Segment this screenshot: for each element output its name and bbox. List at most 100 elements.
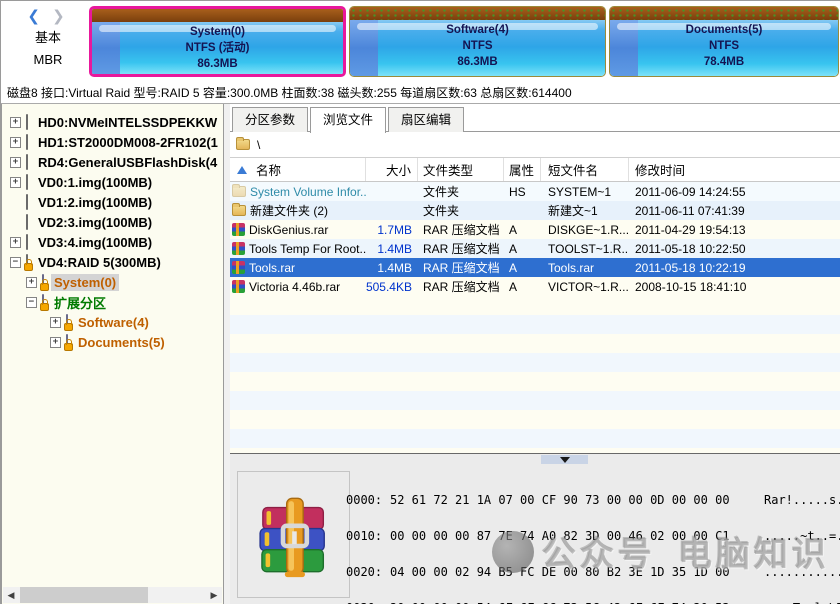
rar-archive-icon [232, 223, 245, 236]
partition-lock-icon [66, 335, 68, 349]
tree-item-label: VD2:3.img(100MB) [35, 214, 155, 231]
disk-icon [26, 175, 28, 189]
file-row-diskgenius[interactable]: DiskGenius.rar 1.7MB RAR 压缩文档 A DISKGE~1… [230, 220, 840, 239]
folder-icon [236, 139, 250, 150]
tab-partition-params[interactable]: 分区参数 [232, 107, 308, 132]
partition-box-software[interactable]: Software(4) NTFS 86.3MB [349, 6, 606, 77]
file-row-tools-selected[interactable]: Tools.rar 1.4MB RAR 压缩文档 A Tools.rar 201… [230, 258, 840, 277]
partition-color-bar [92, 9, 343, 22]
collapse-down-icon [560, 457, 570, 463]
prev-disk-icon[interactable]: ❮ [27, 8, 44, 25]
tree-item-label: Software(4) [75, 314, 152, 331]
file-table-header: 名称 大小 文件类型 属性 短文件名 修改时间 [230, 158, 840, 182]
partition-color-bar [610, 7, 838, 20]
folder-icon [232, 205, 246, 216]
winrar-icon [250, 491, 338, 579]
partition-fs: NTFS (活动) [92, 40, 343, 56]
column-header-type[interactable]: 文件类型 [418, 158, 504, 181]
file-preview-pane: 0000:52 61 72 21 1A 07 00 CF 90 73 00 00… [230, 465, 840, 604]
preview-icon-box [237, 471, 350, 598]
expander-icon[interactable]: + [26, 277, 37, 288]
expander-icon[interactable]: + [10, 177, 21, 188]
main-panel: 分区参数 浏览文件 扇区编辑 \ 名称 大小 文件类型 属性 短文件名 修改时间… [230, 104, 840, 604]
tree-item-hd1[interactable]: + HD1:ST2000DM008-2FR102(1 [2, 132, 223, 152]
file-row-victoria[interactable]: Victoria 4.46b.rar 505.4KB RAR 压缩文档 A VI… [230, 277, 840, 296]
partition-size: 86.3MB [92, 56, 343, 72]
partition-lock-icon [42, 275, 44, 289]
column-header-size[interactable]: 大小 [366, 158, 418, 181]
expander-icon[interactable]: + [10, 237, 21, 248]
partition-fs: NTFS [350, 38, 605, 54]
scrollbar-thumb[interactable] [20, 587, 148, 603]
scroll-left-icon[interactable]: ◀ [3, 587, 19, 603]
tree-item-label: RD4:GeneralUSBFlashDisk(4 [35, 154, 220, 171]
tab-bar: 分区参数 浏览文件 扇区编辑 [230, 104, 840, 132]
tree-item-vd3[interactable]: + VD3:4.img(100MB) [2, 232, 223, 252]
partition-name: Software(4) [350, 22, 605, 38]
splitter-collapse-handle[interactable] [541, 455, 588, 464]
disk-icon [26, 195, 28, 209]
column-header-mtime[interactable]: 修改时间 [629, 158, 840, 181]
expander-icon[interactable]: − [10, 257, 21, 268]
tree-item-label: HD0:NVMeINTELSSDPEKKW [35, 114, 220, 131]
disk-icon [26, 215, 28, 229]
tree-item-vd4-raid5[interactable]: − VD4:RAID 5(300MB) [2, 252, 223, 272]
partition-box-documents[interactable]: Documents(5) NTFS 78.4MB [609, 6, 839, 77]
hidden-folder-icon [232, 186, 246, 197]
tree-item-system0[interactable]: + System(0) [2, 272, 223, 292]
file-row-system-volume[interactable]: System Volume Infor... 文件夹 HS SYSTEM~1 2… [230, 182, 840, 201]
tree-item-label: VD1:2.img(100MB) [35, 194, 155, 211]
tree-item-rd4[interactable]: + RD4:GeneralUSBFlashDisk(4 [2, 152, 223, 172]
tree-item-hd0[interactable]: + HD0:NVMeINTELSSDPEKKW [2, 112, 223, 132]
tree-item-label: VD4:RAID 5(300MB) [35, 254, 164, 271]
tree-item-label: VD3:4.img(100MB) [35, 234, 155, 251]
tab-browse-files[interactable]: 浏览文件 [310, 107, 386, 133]
expander-icon[interactable]: + [10, 157, 21, 168]
tree-item-documents5[interactable]: + Documents(5) [2, 332, 223, 352]
column-header-shortname[interactable]: 短文件名 [541, 158, 629, 181]
hex-dump[interactable]: 0000:52 61 72 21 1A 07 00 CF 90 73 00 00… [346, 470, 840, 604]
horizontal-splitter[interactable] [230, 453, 840, 465]
expander-icon[interactable]: + [10, 117, 21, 128]
tree-item-vd0[interactable]: + VD0:1.img(100MB) [2, 172, 223, 192]
file-list: System Volume Infor... 文件夹 HS SYSTEM~1 2… [230, 182, 840, 296]
disk-icon [26, 155, 28, 169]
tree-item-label: 扩展分区 [51, 292, 109, 313]
file-row-tools-temp[interactable]: Tools Temp For Root... 1.4MB RAR 压缩文档 A … [230, 239, 840, 258]
partition-name: System(0) [92, 24, 343, 40]
expander-icon[interactable]: + [50, 337, 61, 348]
expander-icon[interactable]: + [50, 317, 61, 328]
tree-horizontal-scrollbar[interactable]: ◀ ▶ [3, 587, 222, 603]
expander-icon[interactable]: + [10, 137, 21, 148]
partition-color-bar [350, 7, 605, 20]
disk-tree-panel: + HD0:NVMeINTELSSDPEKKW + HD1:ST2000DM00… [1, 104, 224, 604]
partition-lock-icon [66, 315, 68, 329]
tree-item-software4[interactable]: + Software(4) [2, 312, 223, 332]
partition-size: 86.3MB [350, 54, 605, 70]
scroll-right-icon[interactable]: ▶ [206, 587, 222, 603]
tree-item-label: VD0:1.img(100MB) [35, 174, 155, 191]
tree-item-vd2[interactable]: VD2:3.img(100MB) [2, 212, 223, 232]
disk-icon [26, 135, 28, 149]
disk-mbr-label: MBR [11, 50, 85, 69]
tree-item-vd1[interactable]: VD1:2.img(100MB) [2, 192, 223, 212]
column-header-name[interactable]: 名称 [230, 158, 366, 181]
tree-item-label: HD1:ST2000DM008-2FR102(1 [35, 134, 221, 151]
disk-lock-icon [26, 255, 28, 269]
partition-fs: NTFS [610, 38, 838, 54]
tab-sector-edit[interactable]: 扇区编辑 [388, 107, 464, 132]
next-disk-icon[interactable]: ❯ [52, 8, 69, 25]
tree-item-extended[interactable]: − 扩展分区 [2, 292, 223, 312]
tree-item-label: Documents(5) [75, 334, 168, 351]
current-path: \ [257, 138, 260, 152]
disk-icon [26, 115, 28, 129]
disk-info-line: 磁盘8 接口:Virtual Raid 型号:RAID 5 容量:300.0MB… [1, 83, 840, 104]
disk-icon [26, 235, 28, 249]
partition-name: Documents(5) [610, 22, 838, 38]
rar-archive-icon [232, 261, 245, 274]
expander-icon[interactable]: − [26, 297, 37, 308]
path-bar[interactable]: \ [230, 132, 840, 158]
file-row-new-folder[interactable]: 新建文件夹 (2) 文件夹 新建文~1 2011-06-11 07:41:39 [230, 201, 840, 220]
partition-box-system[interactable]: System(0) NTFS (活动) 86.3MB [89, 6, 346, 77]
column-header-attr[interactable]: 属性 [504, 158, 541, 181]
